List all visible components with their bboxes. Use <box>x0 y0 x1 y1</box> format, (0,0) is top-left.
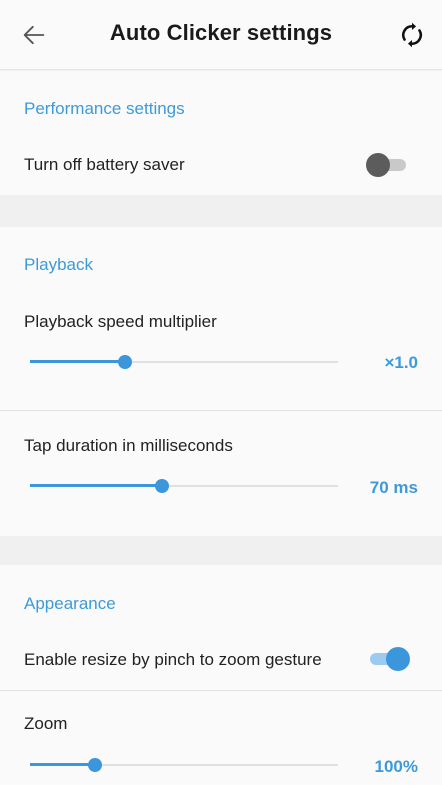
slider-thumb[interactable] <box>87 758 102 772</box>
battery-saver-label: Turn off battery saver <box>24 155 185 174</box>
performance-section: Performance settings Turn off battery sa… <box>0 71 442 195</box>
zoom-slider[interactable] <box>30 755 338 775</box>
slider-thumb[interactable] <box>118 355 133 369</box>
pinch-resize-label: Enable resize by pinch to zoom gesture <box>24 650 322 669</box>
switch-thumb <box>366 153 390 177</box>
app-bar: Auto Clicker settings <box>0 0 442 70</box>
section-header-playback: Playback <box>24 255 93 274</box>
divider <box>0 690 442 691</box>
slider-fill <box>30 763 95 766</box>
page-title: Auto Clicker settings <box>109 20 333 45</box>
zoom-label: Zoom <box>24 714 68 733</box>
switch-thumb <box>386 647 410 671</box>
tap-duration-label: Tap duration in milliseconds <box>24 436 233 455</box>
playback-speed-slider[interactable] <box>30 352 338 372</box>
sync-icon[interactable] <box>398 21 426 49</box>
playback-section: Playback Playback speed multiplier ×1.0 … <box>0 227 442 536</box>
slider-fill <box>30 484 163 487</box>
appearance-section: Appearance Enable resize by pinch to zoo… <box>0 565 442 785</box>
section-header-appearance: Appearance <box>24 594 116 613</box>
battery-saver-switch[interactable] <box>366 153 410 177</box>
zoom-value: 100% <box>374 757 418 776</box>
divider <box>0 410 442 411</box>
pinch-resize-switch[interactable] <box>366 647 410 671</box>
section-header-performance: Performance settings <box>24 99 185 118</box>
tap-duration-slider[interactable] <box>30 476 338 496</box>
slider-fill <box>30 360 126 363</box>
slider-thumb[interactable] <box>155 479 170 493</box>
playback-speed-value: ×1.0 <box>384 353 418 372</box>
playback-speed-label: Playback speed multiplier <box>24 312 217 331</box>
tap-duration-value: 70 ms <box>369 478 418 497</box>
